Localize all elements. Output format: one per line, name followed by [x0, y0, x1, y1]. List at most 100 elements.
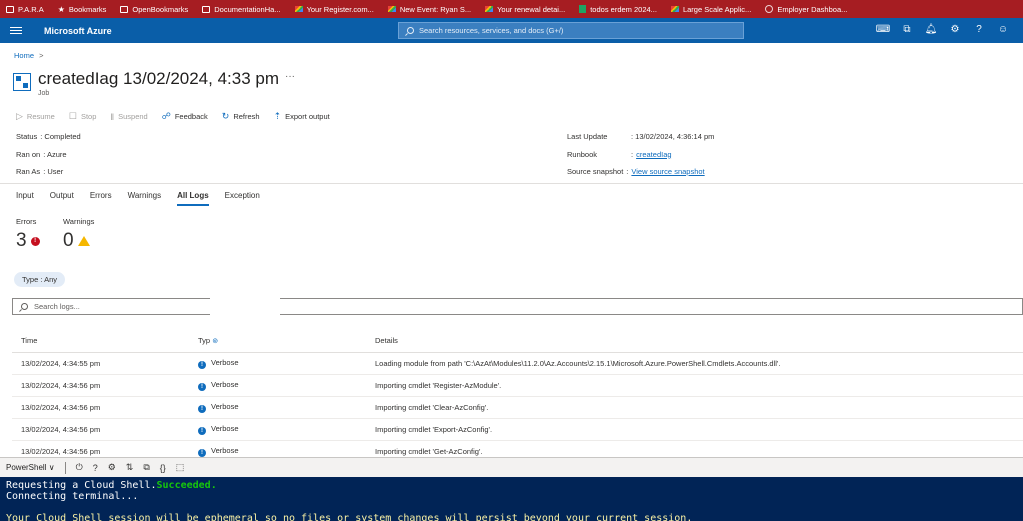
terminal-line-3: Your Cloud Shell session will be ephemer…	[6, 513, 693, 521]
log-search-input[interactable]: Search logs...	[12, 298, 1023, 315]
help-icon[interactable]: ?	[93, 463, 98, 473]
brand-title[interactable]: Microsoft Azure	[44, 26, 112, 36]
table-row[interactable]: 13/02/2024, 4:34:56 pm ! Verbose Importin…	[12, 396, 1023, 419]
cloud-shell-toolbar: PowerShell ∨ ⏻ ? ⚙ ⇅ ⧉ {} ⬚	[0, 457, 1023, 477]
upload-icon: ⇡	[273, 111, 282, 121]
resume-button[interactable]: ▷ Resume	[16, 111, 55, 122]
divider	[64, 461, 66, 474]
shell-mode-dropdown[interactable]: PowerShell ∨	[6, 463, 55, 472]
last-update-property: Last Update: 13/02/2024, 4:36:14 pm	[567, 132, 715, 141]
log-type: ! Verbose	[189, 352, 366, 375]
bookmark-register[interactable]: Your Register.com...	[294, 5, 374, 14]
type-filter-pill[interactable]: Type : Any	[14, 272, 66, 287]
log-details: Loading module from path 'C:\AzAt\Module…	[366, 352, 1023, 375]
editor-braces-icon[interactable]: {}	[160, 463, 166, 473]
filter-icon[interactable]: ⊚	[212, 338, 218, 345]
export-output-button[interactable]: ⇡ Export output	[274, 111, 330, 122]
web-preview-icon[interactable]: ⬚	[176, 462, 185, 473]
bookmark-renewal[interactable]: Your renewal detai...	[485, 5, 565, 14]
directory-filter-icon[interactable]: ⧉	[901, 23, 913, 35]
stop-button[interactable]: ☐ Stop	[69, 111, 97, 122]
page-subtitle: Job	[38, 90, 50, 97]
bookmark-todos[interactable]: todos erdem 2024...	[579, 5, 657, 14]
globe-icon	[765, 5, 774, 13]
page-title: createdIag 13/02/2024, 4:33 pm	[38, 69, 280, 88]
section-divider	[0, 183, 1023, 184]
notifications-bell-icon[interactable]: 🔔︎	[925, 23, 938, 35]
search-icon	[407, 27, 414, 34]
help-icon[interactable]: ?	[973, 23, 985, 35]
info-icon: !	[198, 404, 206, 413]
log-search-placeholder: Search logs...	[34, 302, 80, 311]
job-icon	[13, 73, 31, 91]
play-icon: ▷	[16, 111, 23, 121]
topbar-actions: ⌨ ⧉ 🔔︎ ⚙ ? ☺	[876, 23, 1009, 35]
tab-input[interactable]: Input	[16, 191, 34, 206]
gmail-icon	[387, 6, 396, 12]
global-search-input[interactable]: Search resources, services, and docs (G+…	[398, 22, 744, 39]
warnings-count-label: Warnings	[63, 217, 95, 226]
refresh-icon: ↻	[221, 111, 230, 121]
table-row[interactable]: 13/02/2024, 4:34:56 pm ! Verbose Importin…	[12, 418, 1023, 441]
cloud-shell-icon[interactable]: ⌨	[876, 23, 890, 35]
sheets-icon	[579, 5, 587, 13]
settings-gear-icon[interactable]: ⚙	[949, 23, 961, 35]
bookmark-new-event[interactable]: New Event: Ryan S...	[387, 5, 471, 14]
stop-icon: ☐	[68, 111, 77, 121]
log-type: ! Verbose	[189, 418, 366, 441]
terminal-line-1: Requesting a Cloud Shell.Succeeded.	[6, 480, 217, 491]
errors-count: 3!	[16, 230, 40, 252]
bookmark-employer[interactable]: Employer Dashboa...	[765, 5, 847, 14]
gmail-icon	[294, 6, 303, 12]
tab-all-logs[interactable]: All Logs	[177, 191, 209, 206]
search-placeholder: Search resources, services, and docs (G+…	[419, 26, 564, 35]
bookmarks-bar: P.A.R.A ★ Bookmarks OpenBookmarks Documen…	[0, 0, 1023, 18]
folder-icon	[120, 5, 129, 13]
more-options-button[interactable]: ···	[285, 71, 295, 82]
runbook-link[interactable]: createdIag	[636, 150, 671, 168]
bookmark-para[interactable]: P.A.R.A	[6, 5, 44, 14]
log-type: ! Verbose	[189, 396, 366, 419]
folder-icon	[6, 5, 14, 13]
table-row[interactable]: 13/02/2024, 4:34:55 pm ! Verbose Loading …	[12, 352, 1023, 375]
bookmark-large-scale[interactable]: Large Scale Applic...	[670, 5, 751, 14]
terminal-output[interactable]: Requesting a Cloud Shell.Succeeded. Conn…	[0, 477, 1023, 521]
tab-warnings[interactable]: Warnings	[128, 191, 162, 206]
column-header-type[interactable]: Typ ⊚	[189, 330, 366, 353]
info-icon: !	[198, 426, 206, 435]
view-source-snapshot-link[interactable]: View source snapshot	[631, 167, 704, 185]
bookmark-bookmarks[interactable]: ★ Bookmarks	[58, 5, 107, 14]
tab-errors[interactable]: Errors	[90, 191, 112, 206]
breadcrumb-home[interactable]: Home	[14, 51, 34, 60]
hamburger-menu-icon[interactable]	[10, 27, 22, 34]
tab-exception[interactable]: Exception	[225, 191, 260, 206]
restart-power-icon[interactable]: ⏻	[76, 462, 83, 473]
bookmark-documentation[interactable]: DocumentationHa...	[202, 5, 281, 14]
terminal-line-2: Connecting terminal...	[6, 491, 139, 502]
tab-output[interactable]: Output	[50, 191, 74, 206]
column-header-details[interactable]: Details	[366, 330, 1023, 353]
folder-icon	[202, 5, 211, 13]
open-new-session-icon[interactable]: ⧉	[143, 462, 149, 473]
bookmark-openbookmarks[interactable]: OpenBookmarks	[120, 5, 188, 14]
feedback-person-icon[interactable]: ☺	[997, 23, 1009, 35]
suspend-button[interactable]: ‖ Suspend	[110, 112, 147, 122]
column-header-time[interactable]: Time	[12, 330, 189, 353]
runbook-property: Runbook: createdIag	[567, 150, 714, 168]
feedback-button[interactable]: ☍ Feedback	[162, 111, 208, 122]
table-row[interactable]: 13/02/2024, 4:34:56 pm ! Verbose Importin…	[12, 374, 1023, 397]
chevron-down-icon: ∨	[48, 463, 55, 472]
settings-gear-icon[interactable]: ⚙	[108, 462, 116, 473]
refresh-button[interactable]: ↻ Refresh	[222, 111, 260, 122]
command-toolbar: ▷ Resume ☐ Stop ‖ Suspend ☍ Feedback ↻ Refres…	[16, 111, 330, 122]
gmail-icon	[485, 6, 494, 12]
upload-download-icon[interactable]: ⇅	[126, 462, 134, 473]
feedback-icon: ☍	[161, 111, 171, 121]
warnings-count: 0	[63, 230, 90, 252]
error-icon: !	[30, 236, 40, 246]
log-time: 13/02/2024, 4:34:55 pm	[12, 352, 189, 375]
log-time: 13/02/2024, 4:34:56 pm	[12, 418, 189, 441]
breadcrumb-separator: >	[39, 51, 44, 60]
star-icon: ★	[57, 4, 65, 14]
search-overlay-artifact	[210, 296, 280, 316]
